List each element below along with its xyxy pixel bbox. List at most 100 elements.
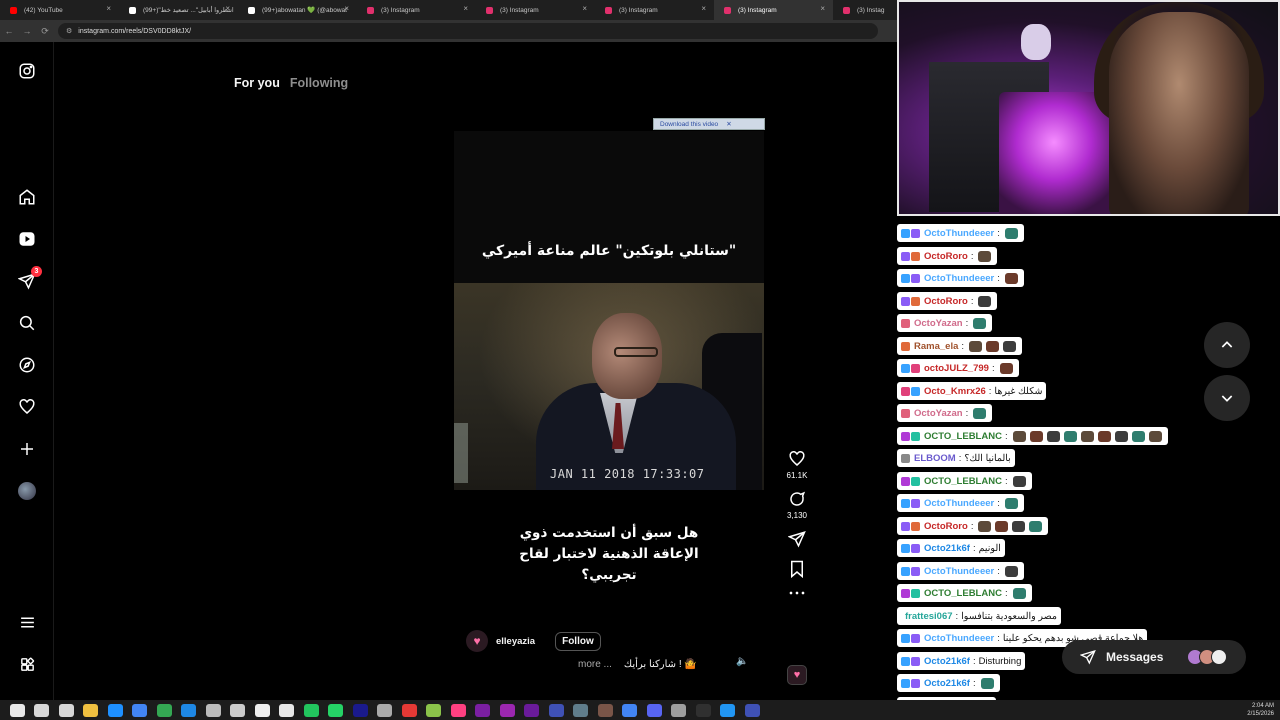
chat-username[interactable]: OctoThundeeer <box>924 633 994 644</box>
browser-tab[interactable]: (99+)abowatan 💚 (@abowat × <box>238 0 357 20</box>
taskbar-app-icon[interactable] <box>426 703 441 717</box>
chat-username[interactable]: OCTO_LEBLANC <box>924 476 1002 487</box>
chat-username[interactable]: OctoRoro <box>924 521 968 532</box>
taskbar-app-icon[interactable] <box>720 703 735 717</box>
comment-button[interactable]: 3,130 <box>784 490 810 520</box>
browser-tab[interactable]: (3) Instagram × <box>595 0 714 20</box>
chat-username[interactable]: Octo_Kmrx26 <box>924 386 986 397</box>
profile-avatar[interactable] <box>17 481 37 501</box>
tab-close-icon[interactable]: × <box>701 4 706 13</box>
tab-close-icon[interactable]: × <box>344 4 349 13</box>
share-button[interactable] <box>784 530 810 548</box>
taskbar-app-icon[interactable] <box>83 703 98 717</box>
chat-username[interactable]: ELBOOM <box>914 453 956 464</box>
taskbar-app-icon[interactable] <box>744 703 760 717</box>
author-avatar[interactable]: ♥ <box>466 630 488 652</box>
taskbar-app-icon[interactable] <box>132 703 147 717</box>
chat-username[interactable]: OCTO_LEBLANC <box>924 431 1002 442</box>
chat-username[interactable]: frattesi067 <box>905 611 953 622</box>
download-video-label[interactable]: Download this video <box>660 121 718 128</box>
taskbar-app-icon[interactable] <box>695 703 711 717</box>
tab-following[interactable]: Following <box>290 76 348 90</box>
chat-username[interactable]: OctoRoro <box>924 296 968 307</box>
tab-close-icon[interactable]: × <box>225 4 230 13</box>
forward-icon[interactable]: → <box>18 26 36 36</box>
browser-tab[interactable]: (3) Instagram × <box>714 0 833 20</box>
save-button[interactable] <box>784 560 810 578</box>
chat-username[interactable]: Octo21k6f <box>924 678 970 689</box>
reel-audio-thumbnail[interactable]: ♥ <box>787 665 807 685</box>
taskbar-app-icon[interactable] <box>181 703 196 717</box>
follow-button[interactable]: Follow <box>555 631 601 651</box>
chat-username[interactable]: octoJULZ_799 <box>924 363 989 374</box>
browser-tab[interactable]: (42) YouTube × <box>0 0 119 20</box>
taskbar-app-icon[interactable] <box>279 703 294 717</box>
notifications-heart-icon[interactable] <box>17 397 37 417</box>
chat-username[interactable]: OctoThundeeer <box>924 498 994 509</box>
tab-close-icon[interactable]: × <box>582 4 587 13</box>
chat-username[interactable]: OctoThundeeer <box>924 228 994 239</box>
taskbar-app-icon[interactable] <box>499 703 515 717</box>
tab-close-icon[interactable]: × <box>106 4 111 13</box>
taskbar-search-icon[interactable] <box>34 703 49 717</box>
taskbar-app-icon[interactable] <box>328 703 343 717</box>
taskbar-app-icon[interactable] <box>205 703 221 717</box>
taskbar-app-icon[interactable] <box>377 703 392 717</box>
direct-messages-icon[interactable]: 3 <box>17 266 42 291</box>
browser-tab[interactable]: (3) Instagram × <box>476 0 595 20</box>
url-input[interactable]: ⚙ instagram.com/reels/DSV0DD8ktJX/ <box>58 23 878 39</box>
taskbar-app-icon[interactable] <box>156 703 172 717</box>
chat-username[interactable]: OCTO_LEBLANC <box>924 588 1002 599</box>
back-icon[interactable]: ← <box>0 26 18 36</box>
instagram-logo-icon[interactable] <box>17 61 37 81</box>
taskbar-app-icon[interactable] <box>646 703 662 717</box>
browser-tab[interactable]: (3) Instagram × <box>357 0 476 20</box>
chat-username[interactable]: OctoYazan <box>914 408 963 419</box>
chat-username[interactable]: OctoYazan <box>914 318 963 329</box>
site-info-icon[interactable]: ⚙ <box>66 27 72 35</box>
search-icon[interactable] <box>17 313 37 333</box>
taskbar-app-icon[interactable] <box>352 703 368 717</box>
download-video-bar[interactable]: Download this video ✕ <box>653 118 765 130</box>
taskbar-app-icon[interactable] <box>107 703 123 717</box>
browser-tab[interactable]: (99+)"انتظروا أبابيل"... تصعيد خط × <box>119 0 238 20</box>
chat-username[interactable]: OctoThundeeer <box>924 566 994 577</box>
mute-toggle-icon[interactable]: 🔈 <box>736 656 748 667</box>
taskbar-app-icon[interactable] <box>671 703 686 717</box>
chat-username[interactable]: OctoThundeeer <box>924 273 994 284</box>
chat-username[interactable]: Rama_ela <box>914 341 958 352</box>
taskbar-app-icon[interactable] <box>475 703 490 717</box>
tab-for-you[interactable]: For you <box>234 76 280 90</box>
chat-username[interactable]: OctoRoro <box>924 251 968 262</box>
system-clock[interactable]: 2:04 AM 2/15/2026 <box>1247 702 1274 718</box>
chat-username[interactable]: Octo21k6f <box>924 543 970 554</box>
reload-icon[interactable]: ⟳ <box>36 26 54 37</box>
taskbar-app-icon[interactable] <box>524 703 539 717</box>
reel-video[interactable]: "ستانلي بلوتكين" عالم مناعة أميركي JAN 1… <box>454 131 764 686</box>
like-button[interactable]: 61.1K <box>784 450 810 480</box>
tab-close-icon[interactable]: × <box>820 4 825 13</box>
taskbar-app-icon[interactable] <box>58 703 74 717</box>
taskbar-app-icon[interactable] <box>573 703 588 717</box>
download-bar-close-icon[interactable]: ✕ <box>726 120 731 128</box>
start-menu-icon[interactable] <box>9 703 25 717</box>
taskbar-app-icon[interactable] <box>230 703 245 717</box>
home-icon[interactable] <box>17 187 37 207</box>
taskbar-app-icon[interactable] <box>597 703 613 717</box>
author-name[interactable]: elleyazia <box>496 636 535 647</box>
tab-close-icon[interactable]: × <box>463 4 468 13</box>
taskbar-app-icon[interactable] <box>303 703 319 717</box>
taskbar-app-icon[interactable] <box>450 703 466 717</box>
messages-button[interactable]: Messages <box>1062 640 1246 674</box>
taskbar-app-icon[interactable] <box>622 703 637 717</box>
taskbar-app-icon[interactable] <box>254 703 270 717</box>
create-icon[interactable] <box>17 439 37 459</box>
more-options-button[interactable] <box>784 590 810 596</box>
taskbar-app-icon[interactable] <box>548 703 564 717</box>
taskbar-app-icon[interactable] <box>401 703 417 717</box>
menu-icon[interactable] <box>17 612 37 632</box>
more-link[interactable]: more ... <box>578 659 612 670</box>
more-apps-icon[interactable] <box>17 654 37 674</box>
chat-username[interactable]: Octo21k6f <box>924 656 970 667</box>
explore-icon[interactable] <box>17 355 37 375</box>
